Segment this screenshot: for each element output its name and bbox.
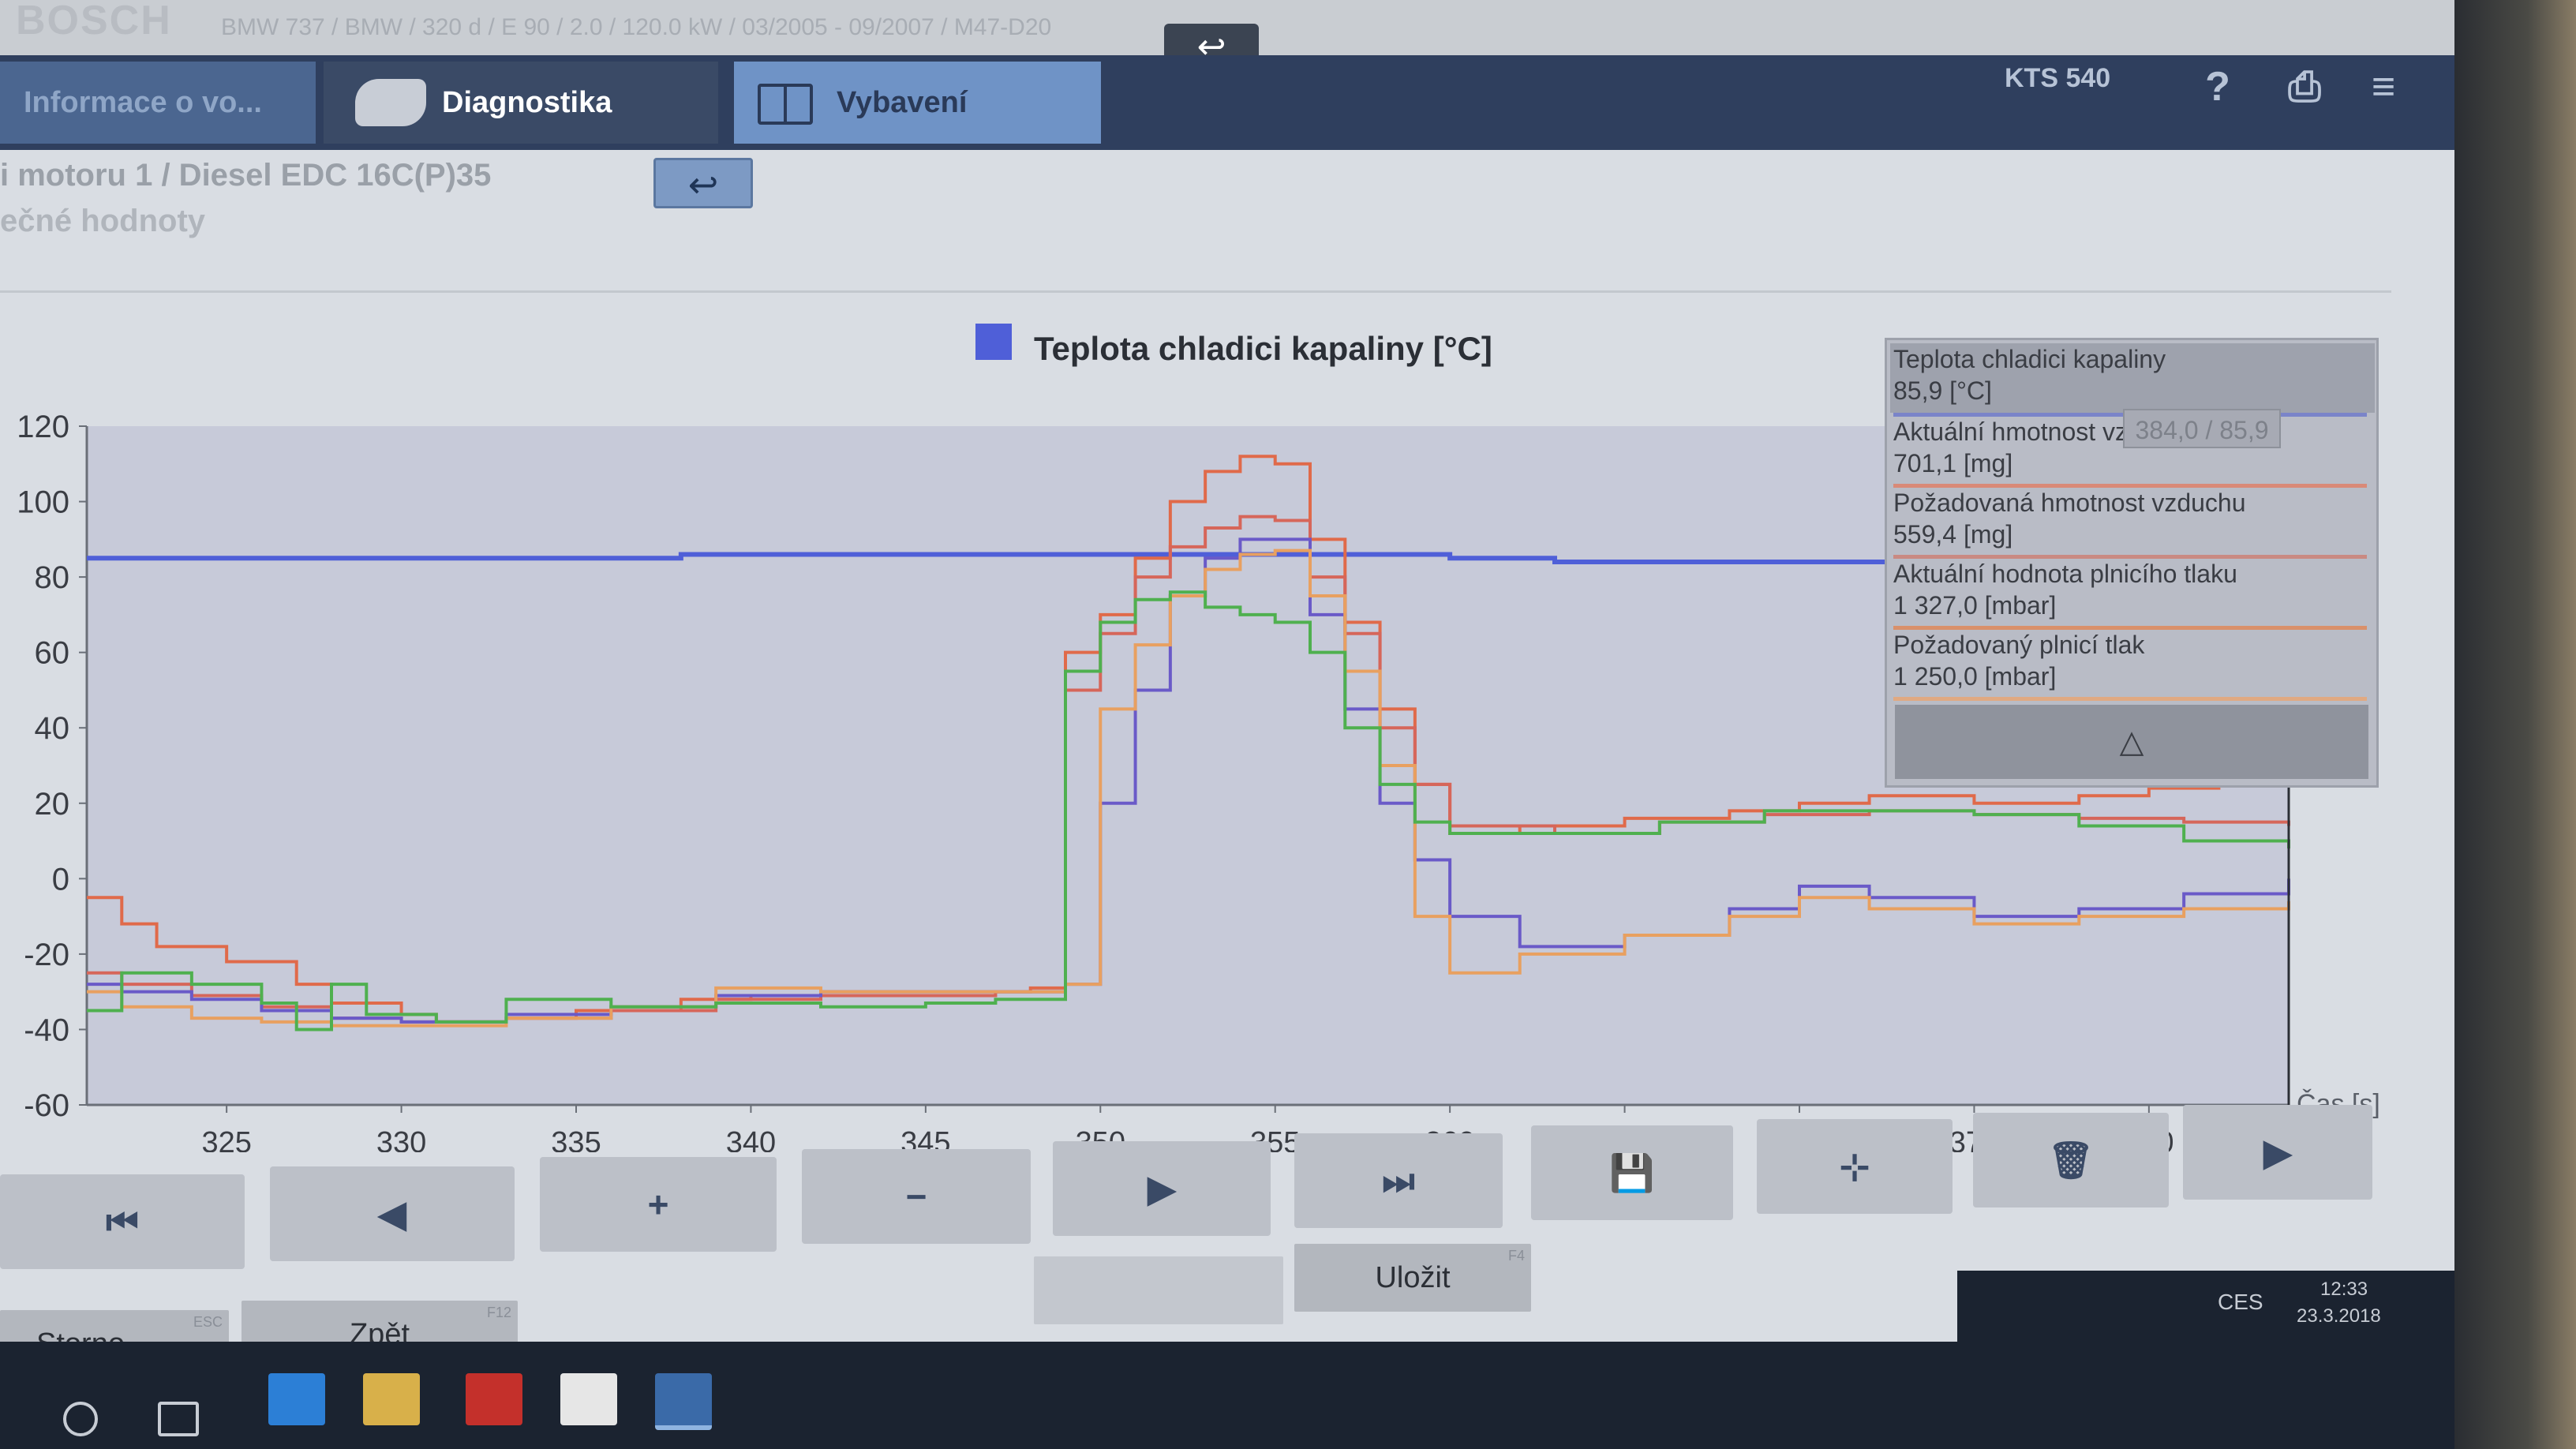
y-tick-label: 0: [52, 862, 69, 897]
panel-item-name: Teplota chladici kapaliny: [1893, 345, 2166, 373]
panel-item-value: 1 327,0 [mbar]: [1893, 591, 2057, 620]
x-tick-label: 330: [376, 1126, 426, 1152]
menu-icon[interactable]: ≡: [2360, 63, 2407, 110]
save-icon[interactable]: 💾: [1531, 1125, 1733, 1220]
edge-icon[interactable]: [268, 1373, 325, 1425]
tab-informace[interactable]: Informace o vo...: [0, 62, 316, 144]
divider: [0, 290, 2391, 293]
search-icon[interactable]: [63, 1402, 98, 1436]
y-tick-label: 40: [35, 711, 70, 746]
save-button[interactable]: Uložit F4: [1294, 1244, 1531, 1312]
zoom-in-button[interactable]: +: [540, 1157, 777, 1252]
vehicle-info: BMW 737 / BMW / 320 d / E 90 / 2.0 / 120…: [221, 14, 1052, 40]
task-view-icon[interactable]: [158, 1402, 199, 1436]
clock-time[interactable]: 12:33: [2320, 1279, 2368, 1301]
mail-icon[interactable]: [560, 1373, 617, 1425]
language-indicator[interactable]: CES: [2218, 1290, 2263, 1315]
delete-icon[interactable]: 🗑: [1973, 1113, 2169, 1208]
cursor-tooltip: 384,0 / 85,9: [2123, 409, 2281, 448]
marker-icon[interactable]: ⊹: [1757, 1119, 1953, 1214]
tab-vybaveni[interactable]: Vybavení: [734, 62, 1101, 144]
app-screen: BOSCH BMW 737 / BMW / 320 d / E 90 / 2.0…: [0, 0, 2454, 1449]
tab-diagnostika[interactable]: Diagnostika: [324, 62, 718, 144]
x-tick-label: 340: [726, 1126, 776, 1152]
breadcrumb: i motoru 1 / Diesel EDC 16C(P)35: [0, 158, 492, 193]
book-icon: [758, 84, 813, 125]
panel-item-value: 559,4 [mg]: [1893, 520, 2013, 549]
next-button[interactable]: ▶: [2183, 1105, 2372, 1200]
panel-item-name: Požadovaný plnicí tlak: [1893, 631, 2145, 659]
panel-item-value: 1 250,0 [mbar]: [1893, 662, 2057, 691]
print-icon[interactable]: ⎙: [2281, 63, 2328, 110]
y-tick-label: 60: [35, 636, 70, 671]
clock-date[interactable]: 23.3.2018: [2297, 1305, 2381, 1327]
help-icon[interactable]: ?: [2194, 63, 2241, 110]
panel-item-value: 85,9 [°C]: [1893, 376, 1992, 405]
tab-diagnostika-label: Diagnostika: [442, 86, 612, 119]
save-label: Uložit: [1375, 1261, 1451, 1294]
panel-separator: [1893, 697, 2367, 701]
y-tick-label: -40: [24, 1013, 69, 1047]
disabled-button: [1034, 1256, 1283, 1324]
x-tick-label: 325: [201, 1126, 251, 1152]
panel-item-3[interactable]: Aktuální hodnota plnicího tlaku 1 327,0 …: [1893, 558, 2367, 621]
esi-app-icon[interactable]: [655, 1373, 712, 1430]
panel-item-0[interactable]: Teplota chladici kapaliny 85,9 [°C]: [1893, 343, 2367, 406]
bosch-logo: BOSCH: [16, 0, 172, 43]
measurement-panel: Teplota chladici kapaliny 85,9 [°C] Aktu…: [1885, 338, 2379, 788]
y-tick-label: 80: [35, 560, 70, 595]
back-key-hint: F12: [486, 1305, 511, 1320]
folder-icon[interactable]: [363, 1373, 420, 1425]
panel-item-4[interactable]: Požadovaný plnicí tlak 1 250,0 [mbar]: [1893, 629, 2367, 692]
prev-button[interactable]: ◀: [270, 1166, 515, 1261]
panel-item-name: Požadovaná hmotnost vzduchu: [1893, 489, 2246, 517]
page-title: ečné hodnoty: [0, 204, 206, 238]
y-tick-label: -20: [24, 938, 69, 972]
monitor-bezel: [2454, 0, 2576, 1449]
y-tick-label: -60: [24, 1088, 69, 1123]
y-tick-label: 20: [35, 787, 70, 822]
diagnostics-icon: [355, 79, 426, 126]
y-tick-label: 100: [17, 485, 69, 520]
pdf-icon[interactable]: [466, 1373, 522, 1425]
panel-item-name: Aktuální hodnota plnicího tlaku: [1893, 560, 2237, 588]
panel-item-value: 701,1 [mg]: [1893, 449, 2013, 477]
nav-bar: Informace o vo... Diagnostika Vybavení K…: [0, 55, 2454, 150]
panel-item-2[interactable]: Požadovaná hmotnost vzduchu 559,4 [mg]: [1893, 487, 2367, 550]
play-button[interactable]: ▶: [1053, 1141, 1271, 1236]
device-label: KTS 540: [2005, 63, 2111, 93]
save-key-hint: F4: [1507, 1248, 1525, 1264]
zoom-out-button[interactable]: −: [802, 1149, 1031, 1244]
crumb-back-button[interactable]: ↩: [653, 158, 753, 208]
x-tick-label: 335: [551, 1126, 601, 1152]
first-button[interactable]: ⏮: [0, 1174, 245, 1269]
system-tray: CES 12:33 23.3.2018: [1957, 1271, 2454, 1350]
collapse-button[interactable]: △: [1895, 705, 2368, 779]
tab-vybaveni-label: Vybavení: [837, 86, 968, 119]
y-tick-label: 120: [17, 410, 69, 444]
last-button[interactable]: ⏭: [1294, 1133, 1503, 1228]
